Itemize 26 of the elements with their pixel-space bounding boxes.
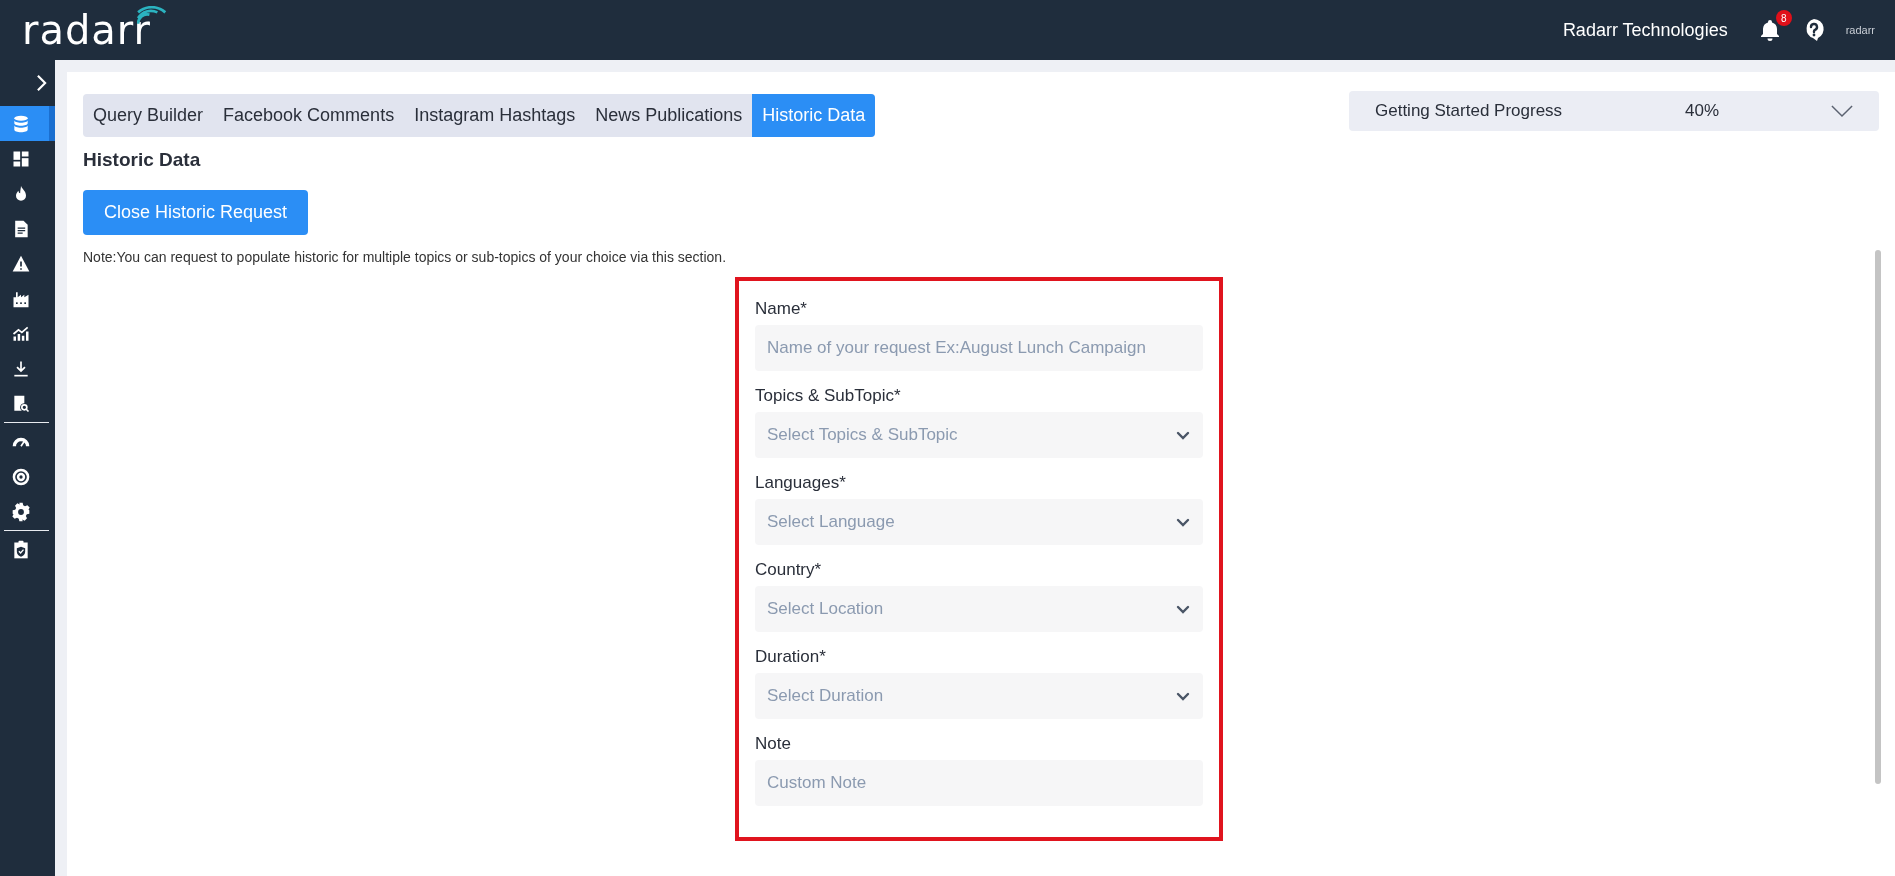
progress-label: Getting Started Progress <box>1375 101 1564 121</box>
field-label: Duration* <box>755 647 827 667</box>
page-title: Historic Data <box>83 149 201 171</box>
target-icon <box>10 466 31 487</box>
tab[interactable]: Instagram Hashtags <box>404 94 586 137</box>
field-label: Topics & SubTopic* <box>755 386 902 406</box>
company-name[interactable]: Radarr Technologies <box>1562 19 1728 41</box>
field-label: Country* <box>755 560 823 580</box>
tab[interactable]: Facebook Comments <box>213 94 405 137</box>
settings-icon <box>10 501 31 522</box>
input-field[interactable]: Custom Note <box>755 760 1203 806</box>
input-field[interactable]: Name of your request Ex:August Lunch Campaign <box>755 325 1203 371</box>
field-label: Name* <box>755 299 808 319</box>
notification-badge: 8 <box>1775 10 1792 26</box>
progress-value: 40% <box>1685 101 1721 121</box>
tab[interactable]: News Publications <box>585 94 753 137</box>
account-logo[interactable]: radarr <box>1845 24 1875 36</box>
progress-dropdown[interactable]: Getting Started Progress 40% <box>1349 91 1879 131</box>
note-text: Note:You can request to populate historic for multiple topics or sub-topics of your choice via this section. <box>83 249 728 265</box>
chevron-down-icon <box>1831 104 1853 118</box>
field-label: Languages* <box>755 473 847 493</box>
expand-button[interactable] <box>36 72 47 94</box>
tab[interactable]: Query Builder <box>83 94 214 137</box>
scrollbar[interactable] <box>1875 250 1881 784</box>
logo-text: radarr <box>22 8 152 52</box>
field-label: Note <box>755 734 792 754</box>
